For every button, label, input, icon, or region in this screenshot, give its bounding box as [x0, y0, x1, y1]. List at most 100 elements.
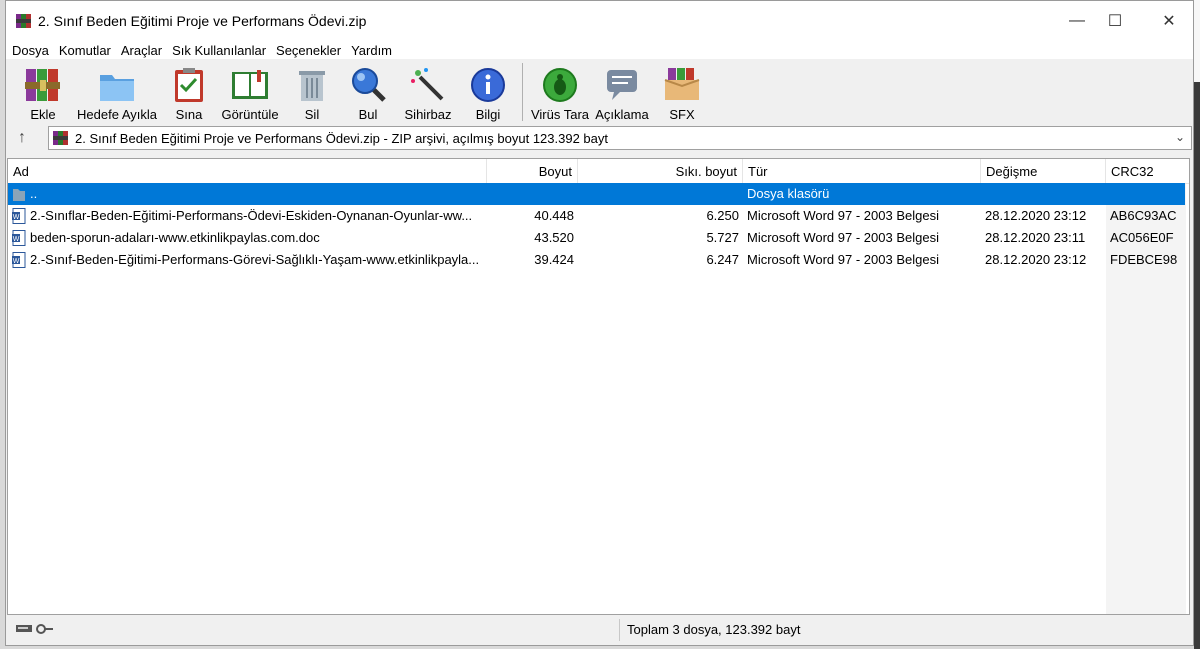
- column-header-name[interactable]: Ad: [8, 159, 487, 183]
- sfx-button[interactable]: SFX: [653, 59, 711, 125]
- sfx-box-icon: [664, 68, 700, 100]
- virus-scan-button[interactable]: Virüs Tara: [529, 59, 591, 125]
- add-button[interactable]: Ekle: [14, 59, 72, 125]
- file-name: ..: [30, 186, 38, 201]
- column-header-size[interactable]: Boyut: [487, 159, 578, 183]
- folder-extract-icon: [100, 75, 134, 101]
- address-row: ↑ 2. Sınıf Beden Eğitimi Proje ve Perfor…: [6, 125, 1193, 151]
- menu-araclar[interactable]: Araçlar: [121, 43, 162, 58]
- menu-sik-kullanilanlar[interactable]: Sık Kullanılanlar: [172, 43, 266, 58]
- wizard-label: Sihirbaz: [404, 107, 452, 122]
- file-list[interactable]: Ad Boyut Sıkı. boyut Tür Değişme CRC32 .…: [7, 158, 1190, 615]
- info-button[interactable]: Bilgi: [460, 59, 516, 125]
- virus-scan-label: Virüs Tara: [530, 107, 590, 122]
- svg-text:W: W: [13, 214, 20, 221]
- file-packed-size: 6.250: [706, 208, 739, 223]
- comment-button[interactable]: Açıklama: [591, 59, 653, 125]
- file-packed-size: 6.247: [706, 252, 739, 267]
- toolbar: Ekle Hedefe Ayıkla Sına Görüntüle Sil Bu…: [6, 59, 1193, 125]
- column-header-type[interactable]: Tür: [743, 159, 981, 183]
- file-type: Microsoft Word 97 - 2003 Belgesi: [747, 208, 939, 223]
- status-message: Toplam 3 dosya, 123.392 bayt: [627, 622, 801, 637]
- find-button[interactable]: Bul: [340, 59, 396, 125]
- menu-bar: Dosya Komutlar Araçlar Sık Kullanılanlar…: [6, 41, 1193, 59]
- winrar-window: 2. Sınıf Beden Eğitimi Proje ve Performa…: [5, 0, 1194, 646]
- archive-icon: [53, 131, 68, 145]
- address-text: 2. Sınıf Beden Eğitimi Proje ve Performa…: [75, 130, 608, 146]
- menu-komutlar[interactable]: Komutlar: [59, 43, 111, 58]
- file-modified: [981, 183, 1106, 205]
- books-archive-icon: [25, 69, 60, 101]
- folder-up-icon: [13, 189, 25, 201]
- comment-label: Açıklama: [595, 107, 649, 122]
- up-folder-button[interactable]: ↑: [6, 129, 38, 147]
- background-strip: [1194, 0, 1200, 649]
- clipboard-check-icon: [175, 68, 203, 102]
- comment-bubble-icon: [607, 70, 637, 100]
- winrar-app-icon: [16, 14, 31, 28]
- file-row[interactable]: W 2.-Sınıf-Beden-Eğitimi-Performans-Göre…: [8, 249, 1185, 271]
- find-label: Bul: [358, 107, 378, 122]
- window-title: 2. Sınıf Beden Eğitimi Proje ve Performa…: [38, 13, 367, 29]
- background-strip-top: [1194, 0, 1200, 82]
- address-dropdown-icon[interactable]: ⌄: [1175, 130, 1185, 144]
- address-bar[interactable]: 2. Sınıf Beden Eğitimi Proje ve Performa…: [48, 126, 1192, 150]
- file-crc: AB6C93AC: [1110, 208, 1177, 223]
- extract-to-button[interactable]: Hedefe Ayıkla: [72, 59, 162, 125]
- file-modified: 28.12.2020 23:11: [985, 230, 1086, 245]
- word-doc-icon: W: [12, 230, 26, 246]
- file-row-parent[interactable]: .. Dosya klasörü: [8, 183, 1185, 205]
- file-size: [487, 183, 578, 205]
- column-header-crc[interactable]: CRC32: [1106, 159, 1186, 183]
- file-size: 39.424: [534, 252, 574, 267]
- file-size: 40.448: [534, 208, 574, 223]
- column-header-packed[interactable]: Sıkı. boyut: [578, 159, 743, 183]
- close-button[interactable]: ✕: [1146, 1, 1192, 41]
- svg-text:W: W: [13, 258, 20, 265]
- list-header: Ad Boyut Sıkı. boyut Tür Değişme CRC32: [8, 159, 1189, 184]
- file-name: beden-sporun-adaları-www.etkinlikpaylas.…: [30, 230, 320, 245]
- file-row[interactable]: W beden-sporun-adaları-www.etkinlikpayla…: [8, 227, 1185, 249]
- word-doc-icon: W: [12, 252, 26, 268]
- extract-to-label: Hedefe Ayıkla: [77, 107, 157, 122]
- word-doc-icon: W: [12, 208, 26, 224]
- file-size: 43.520: [534, 230, 574, 245]
- maximize-button[interactable]: ☐: [1092, 1, 1138, 41]
- status-divider: [619, 619, 620, 641]
- test-button[interactable]: Sına: [162, 59, 216, 125]
- file-modified: 28.12.2020 23:12: [985, 208, 1087, 223]
- file-packed-size: 5.727: [706, 230, 739, 245]
- file-row[interactable]: W 2.-Sınıflar-Beden-Eğitimi-Performans-Ö…: [8, 205, 1185, 227]
- file-type: Microsoft Word 97 - 2003 Belgesi: [747, 230, 939, 245]
- file-packed-size: [578, 183, 743, 205]
- magnifier-icon: [352, 68, 386, 102]
- file-crc: [1106, 183, 1186, 205]
- column-header-modified[interactable]: Değişme: [981, 159, 1106, 183]
- delete-label: Sil: [304, 107, 320, 122]
- menu-yardim[interactable]: Yardım: [351, 43, 392, 58]
- trash-can-icon: [299, 71, 325, 101]
- toolbar-separator: [522, 63, 523, 121]
- file-name: 2.-Sınıflar-Beden-Eğitimi-Performans-Öde…: [30, 208, 473, 223]
- view-label: Görüntüle: [221, 107, 279, 122]
- title-bar[interactable]: 2. Sınıf Beden Eğitimi Proje ve Performa…: [6, 1, 1193, 41]
- delete-button[interactable]: Sil: [284, 59, 340, 125]
- status-bar: Toplam 3 dosya, 123.392 bayt: [7, 617, 1192, 643]
- drive-key-icon[interactable]: [15, 621, 55, 637]
- magic-wand-icon: [411, 68, 444, 101]
- add-label: Ekle: [30, 107, 56, 122]
- svg-text:W: W: [13, 236, 20, 243]
- menu-secenekler[interactable]: Seçenekler: [276, 43, 341, 58]
- view-button[interactable]: Görüntüle: [216, 59, 284, 125]
- file-crc: AC056E0F: [1110, 230, 1174, 245]
- wizard-button[interactable]: Sihirbaz: [396, 59, 460, 125]
- info-icon: [471, 68, 505, 102]
- file-type: Dosya klasörü: [747, 186, 830, 201]
- file-type: Microsoft Word 97 - 2003 Belgesi: [747, 252, 939, 267]
- file-crc: FDEBCE98: [1110, 252, 1178, 267]
- file-name: 2.-Sınıf-Beden-Eğitimi-Performans-Görevi…: [30, 252, 480, 267]
- file-modified: 28.12.2020 23:12: [985, 252, 1087, 267]
- menu-dosya[interactable]: Dosya: [12, 43, 49, 58]
- virus-bug-icon: [543, 68, 577, 102]
- info-label: Bilgi: [475, 107, 501, 122]
